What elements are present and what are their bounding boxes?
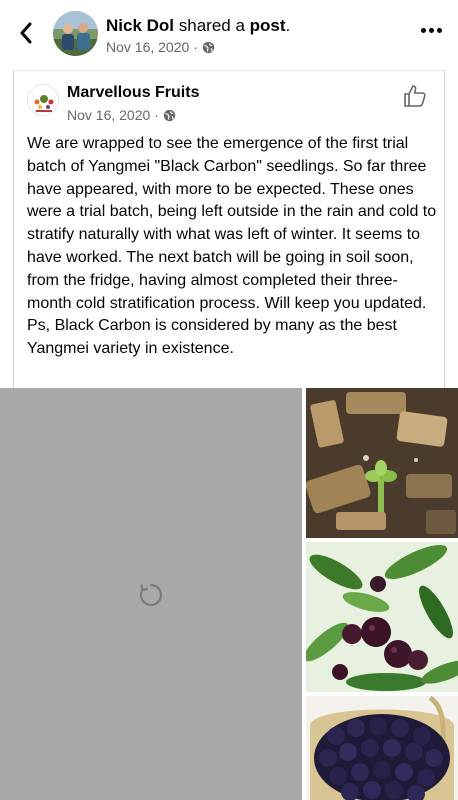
globe-icon — [163, 109, 176, 121]
avatar[interactable] — [53, 11, 98, 56]
shared-post-card: Marvellous Fruits Nov 16, 2020 · We are … — [13, 70, 445, 388]
share-action-text: shared a — [174, 16, 250, 35]
globe-icon — [202, 41, 215, 53]
meta-separator: · — [154, 107, 159, 123]
loading-image-placeholder[interactable] — [0, 388, 302, 800]
like-page-button[interactable] — [402, 83, 428, 109]
post-meta: Nov 16, 2020 · — [67, 107, 176, 123]
back-button[interactable] — [14, 18, 38, 48]
share-date[interactable]: Nov 16, 2020 — [106, 39, 189, 55]
share-meta: Nov 16, 2020 · — [106, 39, 215, 55]
meta-separator: · — [193, 39, 198, 55]
basket-of-yangmei-photo[interactable] — [306, 696, 458, 800]
chevron-left-icon — [20, 22, 32, 44]
yangmei-fruit-on-tree-photo[interactable] — [306, 542, 458, 692]
shared-object-link[interactable]: post — [250, 16, 286, 35]
page-logo[interactable] — [27, 84, 59, 116]
page-name[interactable]: Marvellous Fruits — [67, 84, 199, 102]
post-header: Nick Dol shared a post. Nov 16, 2020 · — [0, 0, 458, 70]
thumbs-up-icon — [404, 85, 426, 107]
media-grid — [0, 388, 458, 800]
share-headline: Nick Dol shared a post. — [106, 16, 290, 36]
loading-spinner-icon — [139, 583, 163, 607]
post-text: We are wrapped to see the emergence of t… — [27, 135, 437, 358]
seedling-in-mulch-photo[interactable] — [306, 388, 458, 538]
post-date[interactable]: Nov 16, 2020 — [67, 107, 150, 123]
more-options-icon[interactable] — [421, 28, 442, 33]
headline-period: . — [285, 16, 291, 35]
sharer-name[interactable]: Nick Dol — [106, 16, 174, 35]
